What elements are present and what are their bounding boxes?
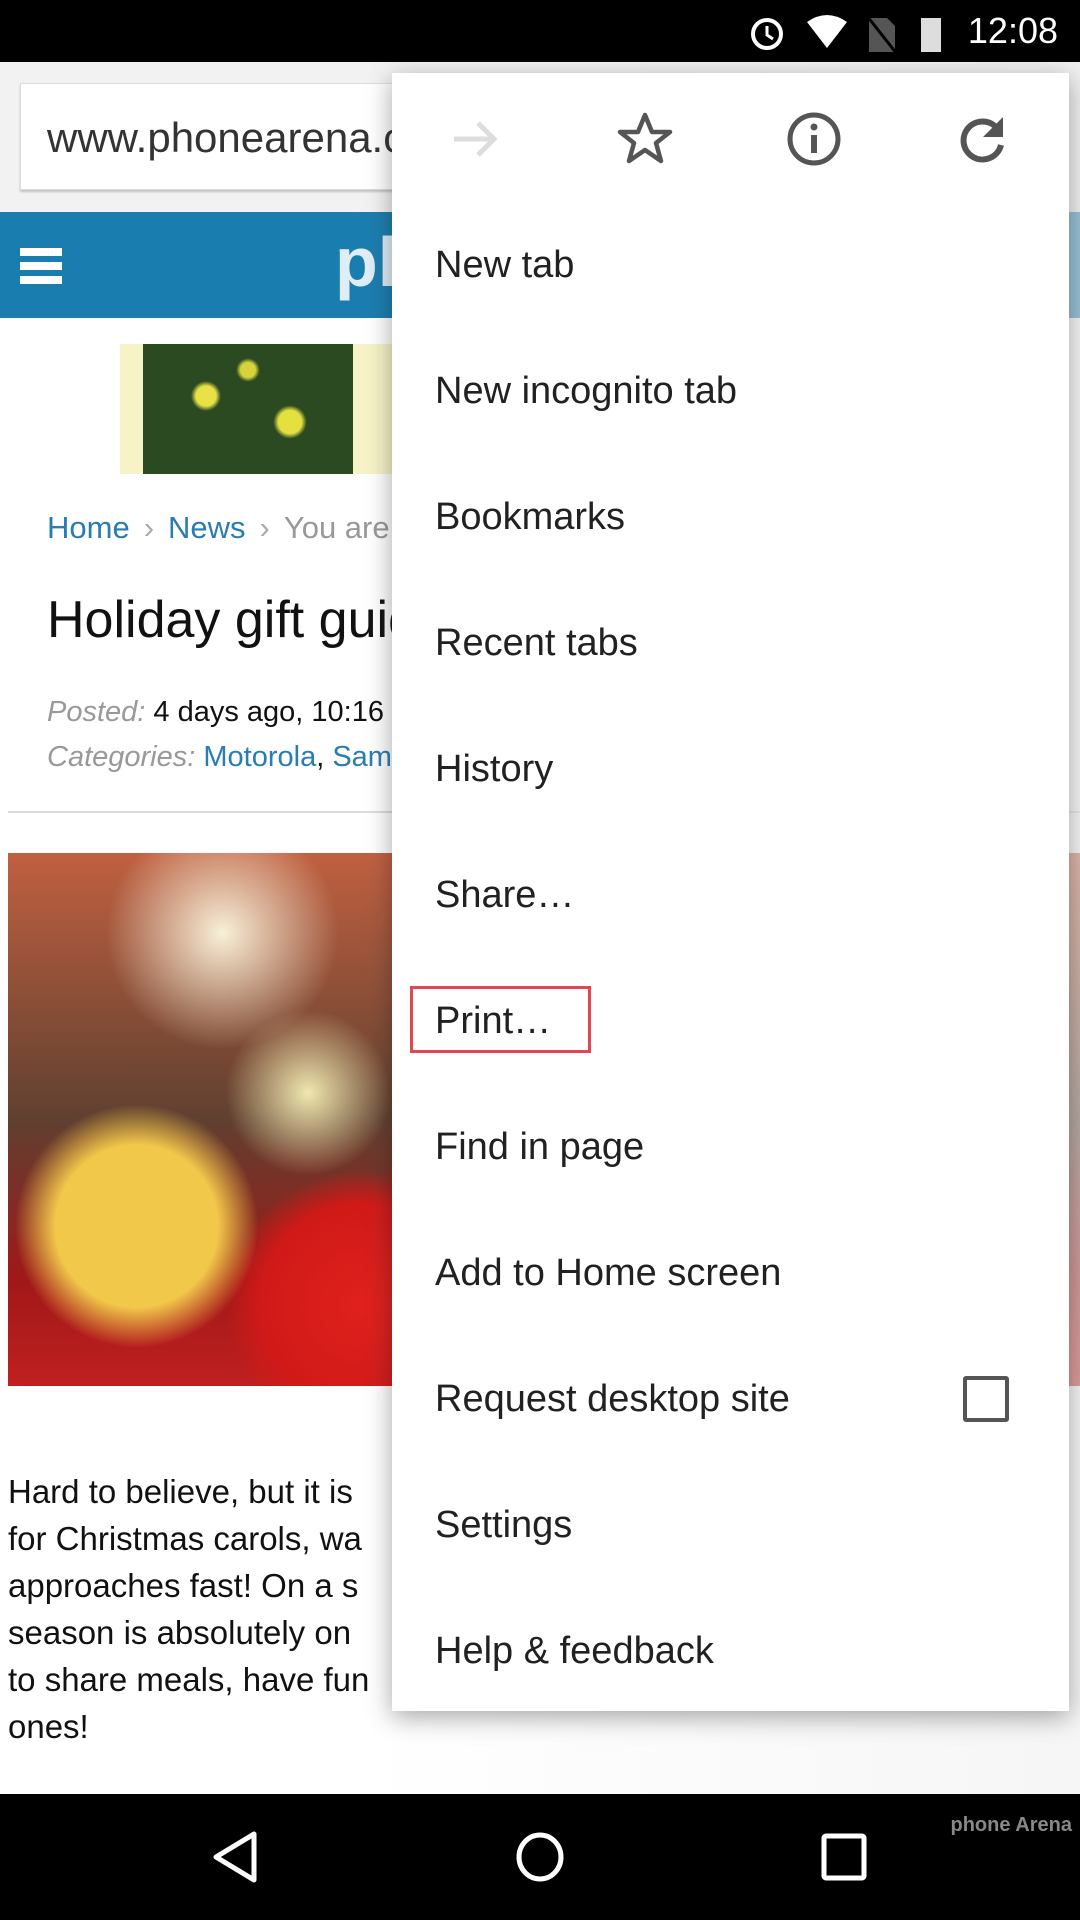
- recents-icon[interactable]: [820, 1832, 868, 1882]
- battery-icon: [921, 18, 941, 52]
- reload-icon[interactable]: [953, 109, 1013, 169]
- overflow-menu: New tab New incognito tab Bookmarks Rece…: [392, 73, 1069, 1711]
- menu-item-bookmarks[interactable]: Bookmarks: [392, 454, 1069, 580]
- breadcrumb-news[interactable]: News: [168, 510, 246, 545]
- menu-item-help-feedback[interactable]: Help & feedback: [392, 1588, 1069, 1714]
- menu-item-request-desktop-site[interactable]: Request desktop site: [392, 1336, 1069, 1462]
- hamburger-menu-icon[interactable]: [20, 248, 62, 284]
- watermark-logo: phone Arena: [950, 1814, 1073, 1836]
- request-desktop-label: Request desktop site: [435, 1378, 790, 1420]
- no-sim-icon: [865, 15, 899, 54]
- menu-item-new-incognito-tab[interactable]: New incognito tab: [392, 328, 1069, 454]
- navigation-bar: phone Arena: [0, 1794, 1080, 1920]
- breadcrumb-separator: ›: [259, 510, 270, 545]
- menu-item-share[interactable]: Share…: [392, 832, 1069, 958]
- alarm-icon: [751, 18, 783, 50]
- wifi-icon: [807, 15, 847, 48]
- menu-item-history[interactable]: History: [392, 706, 1069, 832]
- back-icon[interactable]: [210, 1830, 260, 1884]
- menu-item-recent-tabs[interactable]: Recent tabs: [392, 580, 1069, 706]
- categories-label: Categories:: [47, 741, 196, 773]
- request-desktop-checkbox[interactable]: [963, 1376, 1009, 1422]
- category-link[interactable]: Motorola: [203, 741, 316, 773]
- posted-value: 4 days ago, 10:16: [153, 696, 384, 728]
- breadcrumb: Home › News › You are: [47, 510, 390, 546]
- clock: 12:08: [967, 10, 1058, 51]
- posted-label: Posted:: [47, 696, 146, 728]
- menu-item-find-in-page[interactable]: Find in page: [392, 1084, 1069, 1210]
- status-bar: 12:08: [0, 0, 1080, 62]
- menu-item-print[interactable]: Print…: [392, 958, 1069, 1084]
- menu-item-new-tab[interactable]: New tab: [392, 202, 1069, 328]
- menu-item-settings[interactable]: Settings: [392, 1462, 1069, 1588]
- breadcrumb-separator: ›: [143, 510, 155, 545]
- home-icon[interactable]: [514, 1830, 566, 1884]
- menu-item-add-to-home-screen[interactable]: Add to Home screen: [392, 1210, 1069, 1336]
- breadcrumb-home[interactable]: Home: [47, 510, 130, 545]
- star-icon[interactable]: [615, 109, 675, 169]
- forward-icon[interactable]: [446, 109, 506, 169]
- info-icon[interactable]: [784, 109, 844, 169]
